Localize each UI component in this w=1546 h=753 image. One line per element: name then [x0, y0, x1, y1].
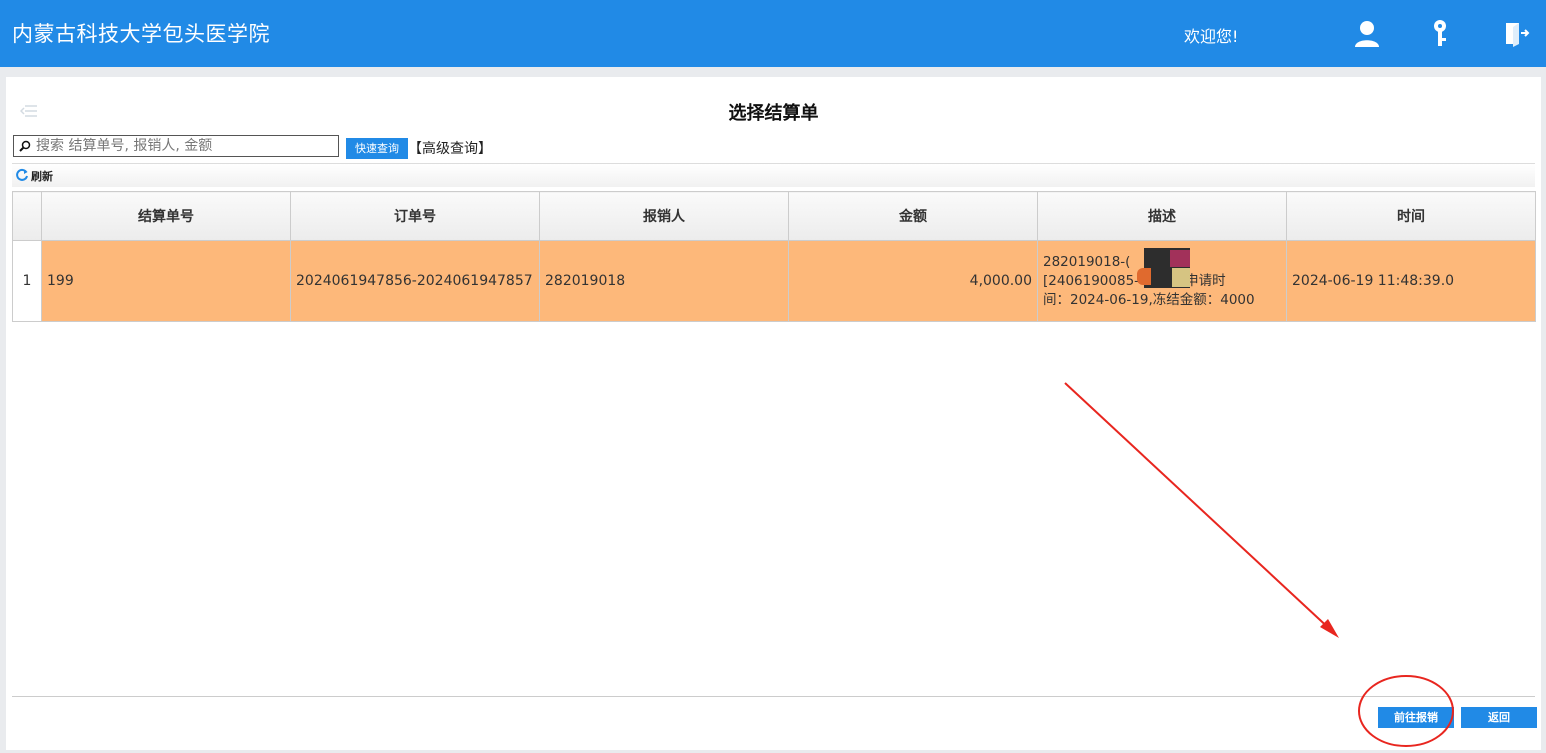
description-text: [2406190085-	[1043, 272, 1140, 289]
grid-toolbar: 刷新	[12, 164, 1535, 187]
refresh-button[interactable]: 刷新	[31, 168, 53, 184]
redaction-block	[1172, 268, 1190, 287]
app-header: 内蒙古科技大学包头医学院 欢迎您!	[0, 0, 1546, 67]
column-header[interactable]: 结算单号	[41, 191, 291, 241]
column-header[interactable]: 时间	[1286, 191, 1536, 241]
refresh-icon[interactable]	[15, 168, 29, 182]
row-number: 1	[12, 240, 42, 322]
page-title: 选择结算单	[728, 103, 819, 124]
column-header[interactable]: 报销人	[539, 191, 789, 241]
row-number-header	[12, 191, 42, 241]
app-title: 内蒙古科技大学包头医学院	[12, 22, 270, 46]
settlement-no-cell: 199	[41, 240, 291, 322]
table-row[interactable]: 1 199 2024061947856-2024061947857 282019…	[12, 240, 1536, 322]
description-line: 间：2024-06-19,冻结金额：4000	[1043, 291, 1255, 308]
claimant-cell: 282019018	[539, 240, 789, 322]
search-input[interactable]	[36, 137, 332, 155]
settlement-table: 结算单号 订单号 报销人 金额 描述 时间 1 199 202406194785…	[12, 191, 1536, 322]
key-icon[interactable]	[1425, 18, 1455, 50]
welcome-text: 欢迎您!	[1184, 27, 1239, 46]
column-header[interactable]: 订单号	[290, 191, 540, 241]
column-header[interactable]: 金额	[788, 191, 1038, 241]
time-cell: 2024-06-19 11:48:39.0	[1286, 240, 1536, 322]
logout-icon[interactable]	[1501, 18, 1531, 50]
footer-divider	[12, 696, 1535, 697]
search-box	[13, 135, 339, 157]
order-no-cell: 2024061947856-2024061947857	[290, 240, 540, 322]
main-panel: 选择结算单 快速查询 【高级查询】 刷新 结算单号 订单号 报销人 金额	[6, 77, 1541, 750]
advanced-search-link[interactable]: 【高级查询】	[408, 138, 492, 158]
quick-search-button[interactable]: 快速查询	[346, 138, 408, 159]
redaction-block	[1170, 250, 1190, 267]
back-button[interactable]: 返回	[1461, 707, 1537, 728]
table-header-row: 结算单号 订单号 报销人 金额 描述 时间	[12, 191, 1536, 241]
search-icon	[19, 140, 31, 152]
amount-cell: 4,000.00	[788, 240, 1038, 322]
go-reimburse-button[interactable]: 前往报销	[1378, 707, 1454, 728]
redaction-block	[1137, 268, 1151, 285]
column-header[interactable]: 描述	[1037, 191, 1287, 241]
user-icon[interactable]	[1352, 18, 1382, 50]
